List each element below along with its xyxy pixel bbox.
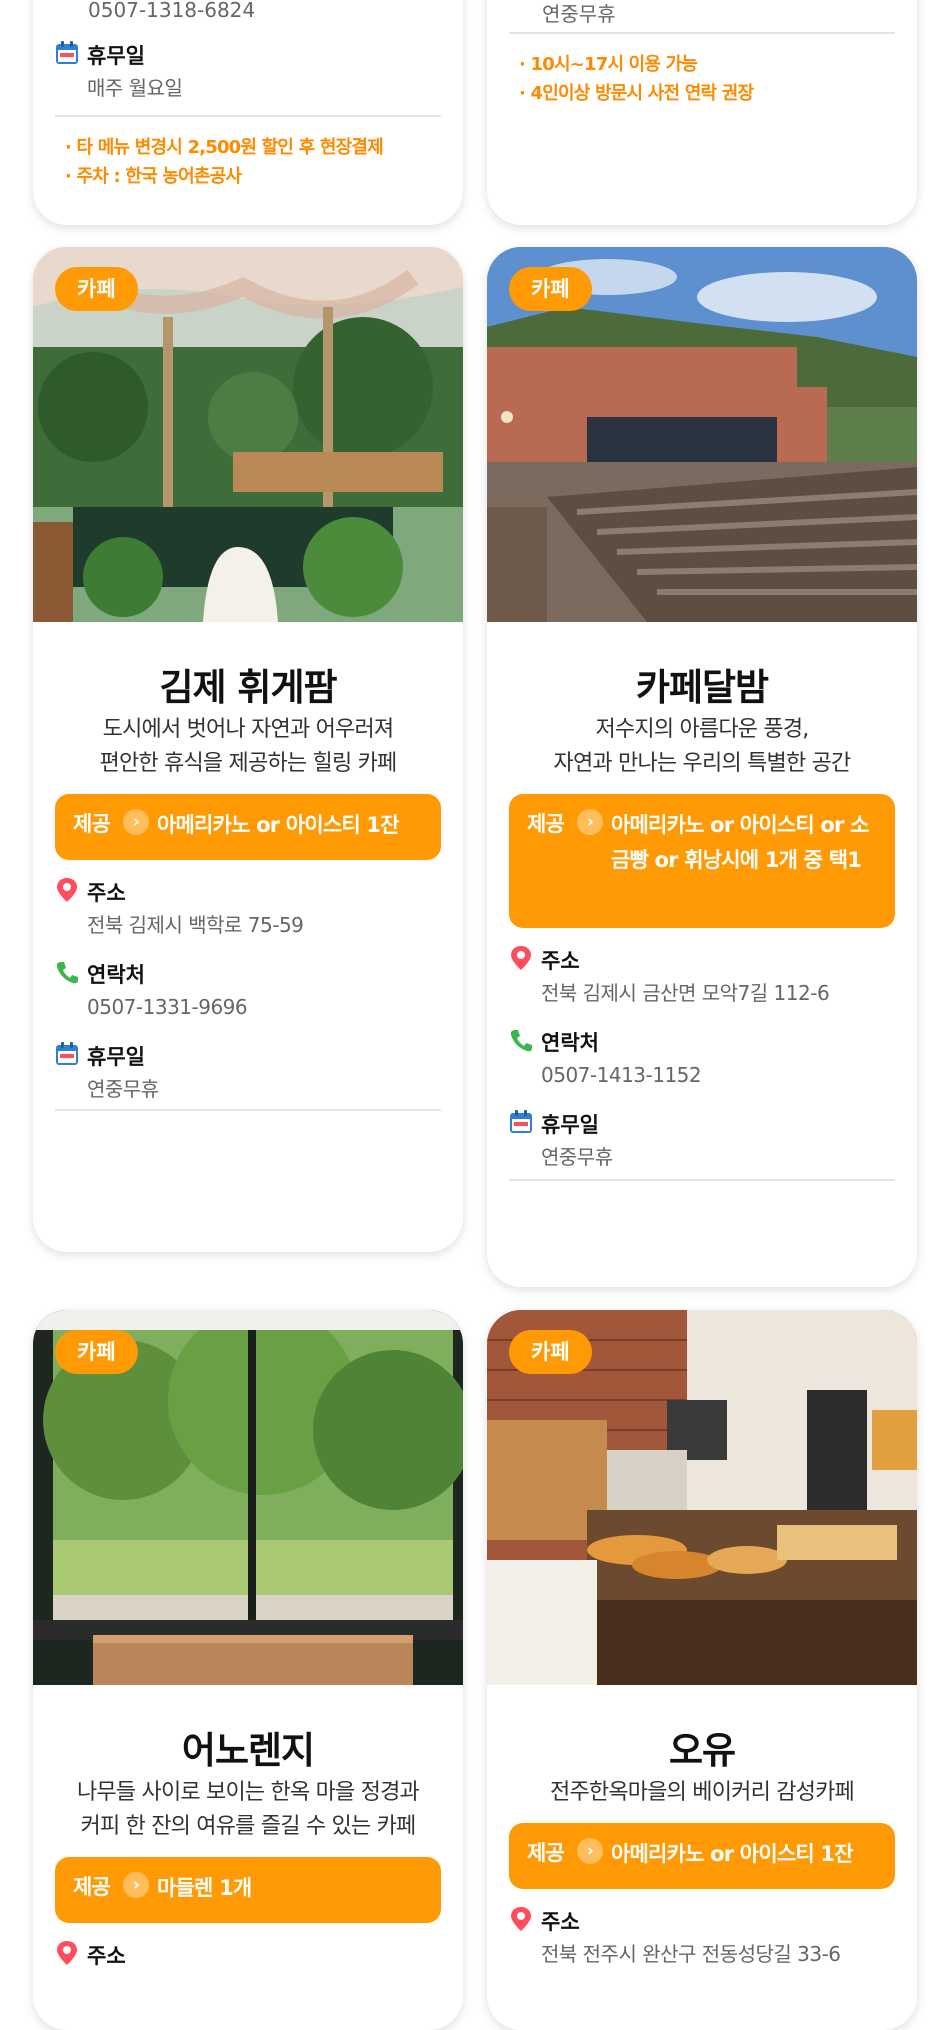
cafe-description: 도시에서 벗어나 자연과 어우러져 편안한 휴식을 제공하는 힐링 카페: [33, 713, 463, 781]
address-label: 주소: [541, 1910, 580, 1934]
offer-text: 아메리카노 or 아이스티 1잔: [157, 813, 400, 837]
address-label: 주소: [87, 1944, 126, 1968]
category-badge: 카페: [55, 1330, 138, 1374]
offer-text: 마들렌 1개: [157, 1876, 252, 1900]
address-value: 전북 김제시 백학로 75-59: [87, 913, 304, 937]
address-value: 전북 김제시 금산면 모악7길 112-6: [541, 981, 830, 1005]
cafe-card[interactable]: 카페 어노렌지 나무들 사이로 보이는 한옥 마을 정경과 커피 한 잔의 여유…: [33, 1310, 463, 2030]
cafe-info: 주소 전북 김제시 금산면 모악7길 112-6 연락처 0507-1413-1…: [509, 945, 895, 1187]
desc-line: 나무들 사이로 보이는 한옥 마을 정경과: [76, 1780, 420, 1805]
holiday-label: 휴무일: [541, 1113, 599, 1137]
desc-line: 도시에서 벗어나 자연과 어우러져: [102, 717, 395, 742]
holiday-label: 휴무일: [87, 1045, 145, 1069]
cafe-card-top-left: 0507-1318-6824 휴무일 매주 월요일 · 타 메뉴 변경시 2,5…: [33, 0, 463, 225]
address-label: 주소: [541, 949, 580, 973]
desc-line: 커피 한 잔의 여유를 즐길 수 있는 카페: [80, 1814, 417, 1839]
cafe-info: 주소: [55, 1940, 441, 1970]
cafe-description: 나무들 사이로 보이는 한옥 마을 정경과 커피 한 잔의 여유를 즐길 수 있…: [33, 1776, 463, 1844]
cafe-info: 주소 전북 전주시 완산구 전동성당길 33-6: [509, 1906, 895, 1984]
cafe-name: 오유: [668, 1729, 736, 1772]
divider: [55, 1109, 441, 1111]
phone-icon: [55, 959, 79, 985]
calendar-icon: [55, 1041, 79, 1067]
contact-label: 연락처: [87, 963, 145, 987]
location-pin-icon: [55, 1940, 79, 1966]
notes: · 타 메뉴 변경시 2,500원 할인 후 현장결제 · 주차 : 한국 농어…: [65, 133, 384, 191]
chevron-right-icon: ›: [123, 1872, 149, 1898]
holiday-info: 휴무일 매주 월요일: [55, 40, 441, 118]
category-badge: 카페: [509, 1330, 592, 1374]
desc-line: 편안한 휴식을 제공하는 힐링 카페: [99, 751, 398, 776]
divider: [509, 32, 895, 34]
offer-box: 제공 › 아메리카노 or 아이스티 1잔: [55, 794, 441, 860]
offer-box: 제공 › 아메리카노 or 아이스티 or 소금빵 or 휘낭시에 1개 중 택…: [509, 794, 895, 928]
offer-label: 제공: [527, 1841, 565, 1865]
cafe-name: 김제 휘게팜: [159, 666, 337, 709]
contact-value[interactable]: 0507-1413-1152: [509, 1057, 895, 1105]
location-pin-icon: [55, 877, 79, 903]
chevron-right-icon: ›: [577, 809, 603, 835]
holiday-value: 연중무휴: [542, 2, 616, 26]
offer-box: 제공 › 마들렌 1개: [55, 1857, 441, 1923]
cafe-card[interactable]: 카페 김제 휘게팜 도시에서 벗어나 자연과 어우러져 편안한 휴식을 제공하는…: [33, 247, 463, 1252]
calendar-icon: [55, 40, 79, 66]
calendar-icon: [509, 1109, 533, 1135]
cafe-name: 어노렌지: [181, 1729, 315, 1772]
divider: [55, 115, 441, 117]
desc-line: 전주한옥마을의 베이커리 감성카페: [550, 1780, 855, 1805]
address-label: 주소: [87, 881, 126, 905]
offer-label: 제공: [73, 812, 111, 836]
cafe-card-top-right: 연중무휴 · 10시~17시 이용 가능 · 4인이상 방문시 사전 연락 권장: [487, 0, 917, 225]
cafe-card[interactable]: 카페 카페달밤 저수지의 아름다운 풍경, 자연과 만나는 우리의 특별한 공간…: [487, 247, 917, 1287]
note-line: · 10시~17시 이용 가능: [519, 54, 698, 75]
note-line: · 주차 : 한국 농어촌공사: [65, 166, 242, 187]
desc-line: 자연과 만나는 우리의 특별한 공간: [553, 751, 852, 776]
phone-icon: [509, 1027, 533, 1053]
location-pin-icon: [509, 1906, 533, 1932]
cafe-description: 저수지의 아름다운 풍경, 자연과 만나는 우리의 특별한 공간: [487, 713, 917, 781]
desc-line: 저수지의 아름다운 풍경,: [595, 717, 810, 742]
contact-value[interactable]: 0507-1331-9696: [55, 989, 441, 1037]
cafe-name: 카페달밤: [635, 666, 769, 709]
note-line: · 4인이상 방문시 사전 연락 권장: [519, 83, 754, 104]
chevron-right-icon: ›: [577, 1838, 603, 1864]
holiday-value: 연중무휴: [87, 1077, 159, 1101]
notes: · 10시~17시 이용 가능 · 4인이상 방문시 사전 연락 권장: [519, 50, 754, 108]
cafe-info: 주소 전북 김제시 백학로 75-59 연락처 0507-1331-9696 휴…: [55, 877, 441, 1119]
contact-label: 연락처: [541, 1031, 599, 1055]
chevron-right-icon: ›: [123, 809, 149, 835]
location-pin-icon: [509, 945, 533, 971]
address-value: 전북 전주시 완산구 전동성당길 33-6: [541, 1942, 841, 1966]
offer-label: 제공: [73, 1875, 111, 1899]
offer-text: 아메리카노 or 아이스티 1잔: [611, 1842, 854, 1866]
offer-label: 제공: [527, 812, 565, 836]
cafe-card[interactable]: 카페 오유 전주한옥마을의 베이커리 감성카페 제공 › 아메리카노 or 아이…: [487, 1310, 917, 2030]
offer-text: 아메리카노 or 아이스티 or 소금빵 or 휘낭시에 1개 중 택1: [611, 813, 869, 872]
category-badge: 카페: [509, 267, 592, 311]
cafe-description: 전주한옥마을의 베이커리 감성카페: [487, 1776, 917, 1810]
note-line: · 타 메뉴 변경시 2,500원 할인 후 현장결제: [65, 137, 384, 158]
contact-value: 0507-1318-6824: [88, 0, 256, 22]
divider: [509, 1179, 895, 1181]
offer-box: 제공 › 아메리카노 or 아이스티 1잔: [509, 1823, 895, 1889]
category-badge: 카페: [55, 267, 138, 311]
holiday-label: 휴무일: [87, 44, 145, 68]
holiday-value: 매주 월요일: [87, 76, 183, 100]
